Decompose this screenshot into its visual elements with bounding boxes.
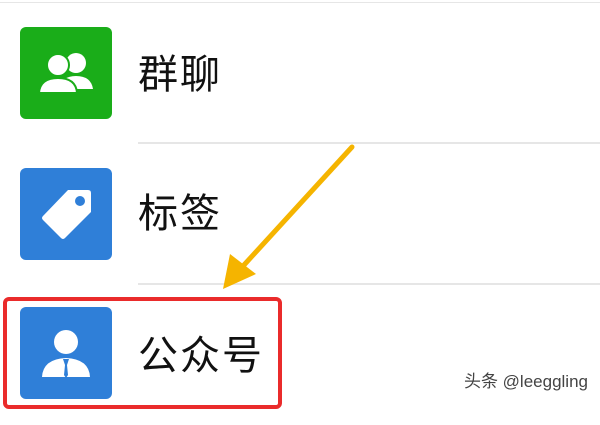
tag-icon — [42, 190, 91, 239]
watermark: 头条 @leeggling — [463, 372, 588, 391]
list-item-label: 标签 — [138, 191, 222, 237]
list-item-group-chat[interactable]: 群聊 — [0, 3, 600, 144]
group-chat-icon-tile — [20, 27, 112, 119]
list-item-tags[interactable]: 标签 — [0, 144, 600, 285]
list-item-label: 群聊 — [138, 52, 222, 98]
tag-icon-tile — [20, 168, 112, 260]
highlight-box — [3, 297, 282, 409]
group-chat-icon — [37, 53, 93, 94]
